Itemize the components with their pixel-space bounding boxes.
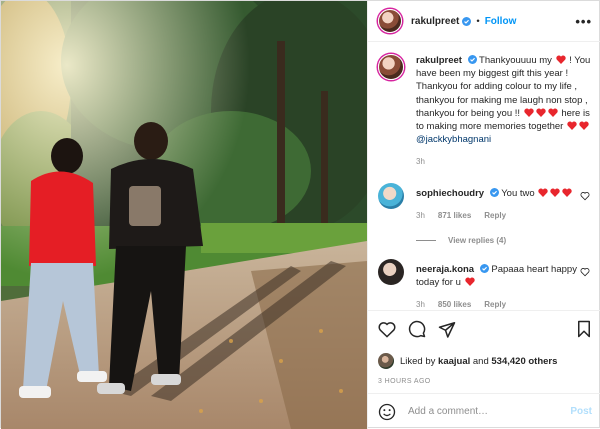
more-icon[interactable]: ••• (575, 14, 592, 29)
post-timestamp[interactable]: 3 HOURS AGO (378, 378, 592, 385)
comments-section: rakulpreet Thankyouuuu my ! You have bee… (368, 42, 600, 310)
post-actions: Liked by kaajual and 534,420 others 3 HO… (368, 310, 600, 385)
likes-joiner: and (472, 355, 489, 367)
add-comment-bar: Post (368, 393, 600, 429)
comment-username[interactable]: neeraja.kona (416, 264, 474, 275)
caption-time[interactable]: 3h (416, 155, 425, 168)
comment-meta: 3h 871 likes Reply (416, 209, 573, 222)
verified-icon (489, 187, 499, 197)
heart-icon[interactable] (378, 321, 396, 338)
view-replies-label: View replies (4) (448, 236, 507, 246)
verified-icon (479, 264, 489, 274)
caption-meta: 3h (416, 155, 592, 168)
comment-meta: 3h 850 likes Reply (416, 298, 592, 310)
comment-icon[interactable] (408, 320, 426, 338)
caption-mention[interactable]: @jackkybhagnani (416, 134, 491, 145)
comment-input[interactable] (408, 406, 571, 417)
likes-count[interactable]: 534,420 others (491, 356, 557, 367)
comment-body: sophiechoudry You two 3h 871 likes Reply (416, 187, 573, 222)
comment-text: You two (501, 187, 535, 199)
red-heart-emoji (538, 188, 548, 197)
view-replies-button[interactable]: View replies (4) (416, 236, 592, 245)
verified-icon (462, 16, 472, 26)
action-icons (378, 319, 592, 339)
comment-avatar[interactable] (378, 259, 404, 286)
red-heart-emoji (562, 188, 572, 197)
comment-likes[interactable]: 871 likes (438, 209, 471, 222)
like-comment-heart-icon[interactable] (580, 191, 590, 201)
comment-item: neeraja.kona Papaaa heart happy today fo… (378, 259, 592, 310)
comment-body: neeraja.kona Papaaa heart happy today fo… (416, 263, 592, 310)
bookmark-icon[interactable] (576, 320, 592, 338)
likes-prefix: Liked by (400, 355, 436, 367)
like-comment-heart-icon[interactable] (580, 267, 590, 277)
instagram-post: rakulpreet • Follow ••• rakulpreet Thank… (0, 0, 600, 429)
red-heart-emoji (567, 121, 577, 131)
header-separator: • (476, 15, 480, 27)
liker-avatar[interactable] (378, 353, 394, 369)
comment-time[interactable]: 3h (416, 209, 425, 222)
red-heart-emoji (536, 108, 546, 117)
emoji-icon[interactable] (378, 403, 396, 421)
photo-image (1, 1, 367, 429)
post-comment-button[interactable]: Post (570, 406, 592, 417)
comment-time[interactable]: 3h (416, 298, 425, 310)
liker-username[interactable]: kaajual (438, 356, 470, 367)
caption: rakulpreet Thankyouuuu my ! You have bee… (378, 54, 592, 169)
post-photo[interactable] (1, 1, 367, 429)
comment-item: sophiechoudry You two 3h 871 likes Reply (378, 182, 592, 222)
reply-button[interactable]: Reply (484, 209, 506, 222)
caption-text-1: Thankyouuuu my (479, 55, 552, 66)
verified-icon (467, 55, 477, 64)
post-sidebar: rakulpreet • Follow ••• rakulpreet Thank… (367, 1, 600, 429)
red-heart-emoji (548, 108, 558, 117)
comment-username[interactable]: sophiechoudry (416, 188, 484, 199)
caption-body: rakulpreet Thankyouuuu my ! You have bee… (416, 54, 592, 169)
share-icon[interactable] (438, 321, 456, 338)
caption-avatar[interactable] (378, 54, 404, 80)
comment-likes[interactable]: 850 likes (438, 298, 471, 310)
follow-button[interactable]: Follow (485, 16, 517, 27)
comment-avatar[interactable] (378, 182, 404, 209)
author-avatar[interactable] (378, 9, 402, 33)
view-replies-line (416, 240, 436, 242)
likes-summary: Liked by kaajual and 534,420 others (378, 353, 592, 369)
caption-username[interactable]: rakulpreet (416, 55, 462, 66)
post-header: rakulpreet • Follow ••• (368, 1, 600, 42)
reply-button[interactable]: Reply (484, 298, 506, 310)
red-heart-emoji (579, 121, 589, 131)
red-heart-emoji (555, 55, 566, 64)
red-heart-emoji (550, 188, 560, 197)
author-username[interactable]: rakulpreet (411, 16, 459, 27)
red-heart-emoji (464, 277, 475, 287)
red-heart-emoji (524, 108, 534, 117)
